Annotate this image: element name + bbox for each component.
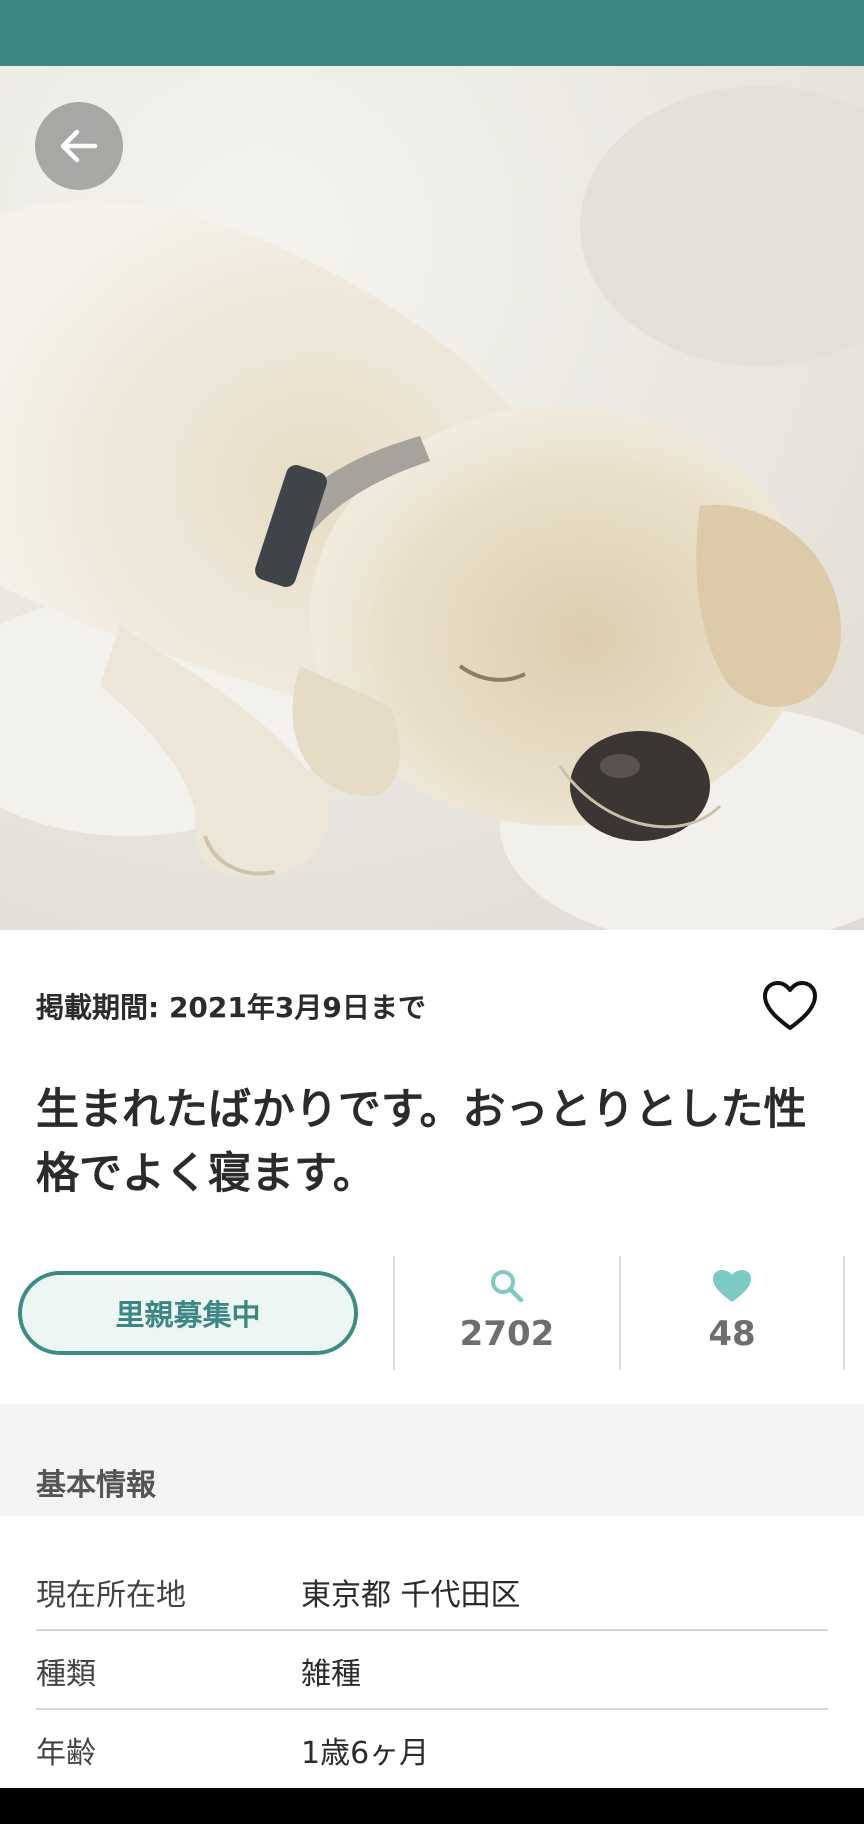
- views-count: 2702: [459, 1314, 555, 1354]
- heart-filled-icon: [713, 1270, 751, 1302]
- divider: [393, 1256, 395, 1370]
- divider: [619, 1256, 621, 1370]
- likes-stat: 48: [622, 1268, 842, 1354]
- info-row-type: 種類 雑種: [36, 1631, 828, 1709]
- info-key: 年齢: [36, 1736, 96, 1771]
- listing-period: 掲載期間: 2021年3月9日まで: [36, 991, 426, 1024]
- info-key: 種類: [36, 1657, 96, 1692]
- info-row-location: 現在所在地 東京都 千代田区: [36, 1552, 828, 1630]
- adoption-status-button[interactable]: 里親募集中: [18, 1271, 358, 1355]
- arrow-left-icon: [60, 129, 98, 163]
- pet-photo: [0, 66, 864, 930]
- info-value: 東京都 千代田区: [301, 1578, 521, 1613]
- status-bar: [0, 0, 864, 66]
- section-title: 基本情報: [36, 1468, 156, 1503]
- info-value: 1歳6ヶ月: [301, 1736, 430, 1771]
- likes-count: 48: [708, 1314, 756, 1354]
- listing-title: 生まれたばかりです。おっとりとした性格でよく寝ます。: [36, 1085, 807, 1199]
- heart-outline-icon: [763, 981, 817, 1030]
- info-row-age: 年齢 1歳6ヶ月: [36, 1710, 828, 1788]
- back-button[interactable]: [35, 102, 123, 190]
- system-navigation-bar: [0, 1788, 864, 1824]
- favorite-button[interactable]: [758, 976, 822, 1036]
- views-stat: 2702: [397, 1268, 617, 1354]
- info-value: 雑種: [301, 1657, 361, 1692]
- info-key: 現在所在地: [36, 1578, 186, 1613]
- adoption-status-label: 里親募集中: [115, 1298, 261, 1332]
- divider: [843, 1256, 845, 1370]
- basic-info-header: 基本情報: [0, 1404, 864, 1516]
- puppy-illustration: [0, 86, 864, 930]
- search-icon: [491, 1270, 524, 1303]
